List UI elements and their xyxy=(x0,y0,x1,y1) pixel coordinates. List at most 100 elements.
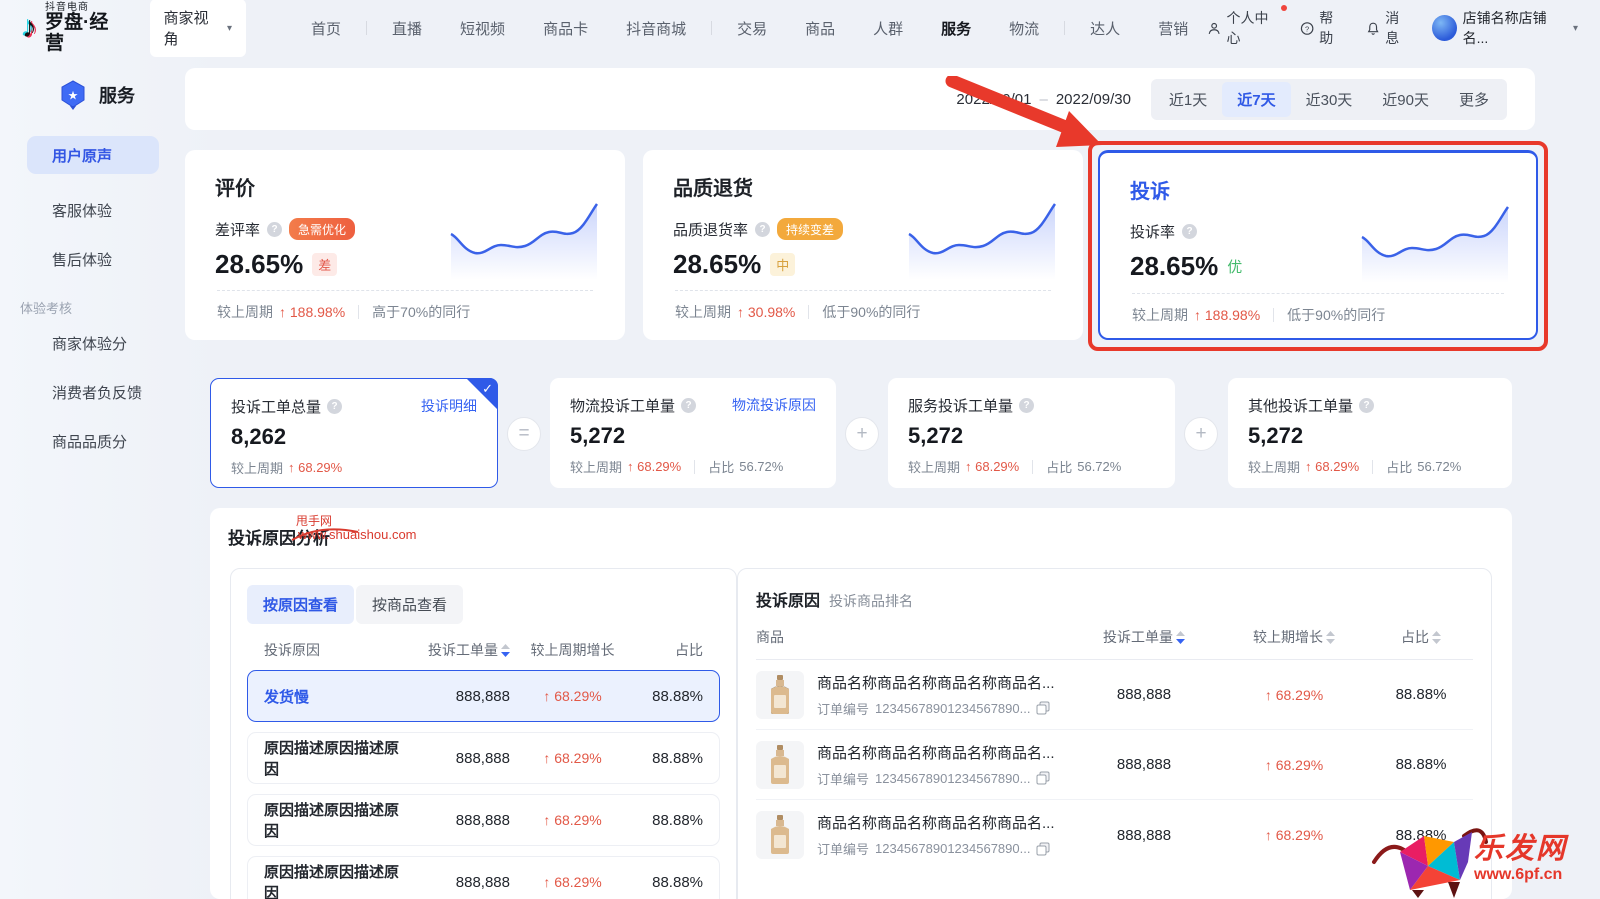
sort-icon[interactable] xyxy=(1432,630,1441,644)
copy-icon[interactable] xyxy=(1036,771,1050,785)
nav-item-talent[interactable]: 达人 xyxy=(1071,18,1139,39)
status-badge: 急需优化 xyxy=(289,218,356,240)
help-circle-icon[interactable]: ? xyxy=(327,399,343,414)
compass-dashboard: ♪ 抖音电商 罗盘·经营 商家视角 ▾ 首页 直播 短视频 商品卡 抖音商城 交… xyxy=(0,0,1600,899)
shop-switcher[interactable]: 店铺名称店铺名... ▾ xyxy=(1431,8,1578,48)
help-circle-icon[interactable]: ? xyxy=(755,221,771,237)
sidebar-item-merchant-score[interactable]: 商家体验分 xyxy=(0,319,185,368)
compare-label: 较上周期 xyxy=(231,461,284,476)
sidebar-item-user-voice[interactable]: 用户原声 xyxy=(27,136,159,174)
plus-operator-icon: + xyxy=(1184,417,1218,451)
svg-text:?: ? xyxy=(1305,24,1309,33)
nav-item-logistics[interactable]: 物流 xyxy=(990,18,1058,39)
col-reason: 投诉原因 xyxy=(264,642,320,658)
trend-sparkline xyxy=(450,203,599,280)
nav-item-service[interactable]: 服务 xyxy=(922,18,990,39)
help-circle-icon[interactable]: ? xyxy=(1019,398,1035,413)
product-name: 商品名称商品名称商品名称商品名... xyxy=(817,674,1055,692)
metric-card-reviews[interactable]: 评价 差评率 ? 急需优化 28.65% 差 较上周期 ↑ 188.98% 高于… xyxy=(185,150,625,340)
reason-row[interactable]: 原因描述原因描述原因 888,888 ↑ 68.29% 88.88% xyxy=(247,794,720,846)
reason-tickets: 888,888 xyxy=(455,811,510,829)
profile-menu[interactable]: 个人中心 xyxy=(1207,5,1287,48)
range-button-90d[interactable]: 近90天 xyxy=(1367,82,1444,117)
help-circle-icon[interactable]: ? xyxy=(1359,398,1375,413)
sidebar-item-cs-experience[interactable]: 客服体验 xyxy=(0,186,185,235)
nav-item-home[interactable]: 首页 xyxy=(292,18,360,39)
check-icon: ✓ xyxy=(482,381,493,396)
help-circle-icon[interactable]: ? xyxy=(267,221,283,237)
reason-table-header: 投诉原因 投诉工单量 较上周期增长 占比 xyxy=(247,640,720,660)
col-tickets: 投诉工单量 xyxy=(428,642,498,658)
nav-item-audience[interactable]: 人群 xyxy=(854,18,922,39)
sort-icon[interactable] xyxy=(1326,630,1335,644)
ticket-card-value: 8,262 xyxy=(231,424,287,449)
nav-item-productcard[interactable]: 商品卡 xyxy=(524,18,607,39)
nav-item-video[interactable]: 短视频 xyxy=(441,18,524,39)
app-logo[interactable]: ♪ 抖音电商 罗盘·经营 xyxy=(22,2,124,55)
product-thumbnail xyxy=(756,811,804,859)
sidebar-item-negative-feedback[interactable]: 消费者负反馈 xyxy=(0,368,185,417)
range-button-7d[interactable]: 近7天 xyxy=(1222,81,1291,117)
tab-by-reason[interactable]: 按原因查看 xyxy=(247,585,355,624)
nav-item-marketing[interactable]: 营销 xyxy=(1139,18,1207,39)
ticket-card-service[interactable]: 服务投诉工单量 ? 5,272 较上周期 ↑ 68.29% 占比 56.72% xyxy=(888,378,1175,488)
product-row[interactable]: 商品名称商品名称商品名称商品名... 订单编号 1234567890123456… xyxy=(756,660,1473,730)
nav-item-live[interactable]: 直播 xyxy=(373,18,441,39)
product-row[interactable]: 商品名称商品名称商品名称商品名... 订单编号 1234567890123456… xyxy=(756,800,1473,870)
share-value: 56.72% xyxy=(1077,459,1122,474)
reason-row-selected[interactable]: 发货慢 888,888 ↑ 68.29% 88.88% xyxy=(247,670,720,722)
complaint-reason-analysis-section: 投诉原因分析 甩手网 www.shuaishou.com 按原因查看 按商品查看… xyxy=(210,508,1512,899)
reason-growth: ↑ 68.29% xyxy=(543,874,602,890)
product-row[interactable]: 商品名称商品名称商品名称商品名... 订单编号 1234567890123456… xyxy=(756,730,1473,800)
reason-row[interactable]: 原因描述原因描述原因 888,888 ↑ 68.29% 88.88% xyxy=(247,856,720,899)
range-button-more[interactable]: 更多 xyxy=(1444,82,1504,117)
col-growth: 较上期增长 xyxy=(1253,629,1323,645)
product-name: 商品名称商品名称商品名称商品名... xyxy=(817,744,1055,762)
reason-panel: 按原因查看 按商品查看 投诉原因 投诉工单量 较上周期增长 占比 发货慢 888… xyxy=(230,568,737,899)
range-button-30d[interactable]: 近30天 xyxy=(1291,82,1368,117)
help-circle-icon: ? xyxy=(1300,21,1314,35)
help-menu[interactable]: ? 帮助 xyxy=(1300,8,1346,48)
metric-card-quality-returns[interactable]: 品质退货 品质退货率 ? 持续变差 28.65% 中 较上周期 ↑ 30.98%… xyxy=(643,150,1083,340)
copy-icon[interactable] xyxy=(1036,842,1050,856)
tab-by-product[interactable]: 按商品查看 xyxy=(356,585,464,624)
metric-label: 品质退货率 xyxy=(673,221,749,239)
nav-item-mall[interactable]: 抖音商城 xyxy=(607,18,705,39)
nav-item-product[interactable]: 商品 xyxy=(786,18,854,39)
date-range-picker[interactable]: 2022/09/01 – 2022/09/30 xyxy=(956,91,1131,108)
divider xyxy=(1132,293,1504,294)
ticket-card-other[interactable]: 其他投诉工单量 ? 5,272 较上周期 ↑ 68.29% 占比 56.72% xyxy=(1228,378,1512,488)
help-circle-icon[interactable]: ? xyxy=(681,398,697,413)
sort-icon[interactable] xyxy=(1176,630,1185,644)
logistics-reason-link[interactable]: 物流投诉原因 xyxy=(732,395,816,415)
share-value: 56.72% xyxy=(1417,459,1462,474)
metric-value: 28.65% xyxy=(215,249,304,279)
compare-value: ↑ 68.29% xyxy=(1305,459,1360,474)
panel-subtitle: 投诉商品排名 xyxy=(829,593,914,609)
help-circle-icon[interactable]: ? xyxy=(1182,224,1198,239)
product-table-header: 商品 投诉工单量 较上期增长 占比 xyxy=(756,627,1473,660)
nav-item-trade[interactable]: 交易 xyxy=(718,18,786,39)
reason-share: 88.88% xyxy=(652,687,703,705)
divider xyxy=(808,305,810,319)
range-button-1d[interactable]: 近1天 xyxy=(1154,82,1222,117)
tiktok-note-icon: ♪ xyxy=(22,11,37,44)
messages-menu[interactable]: 消息 xyxy=(1366,8,1412,48)
metric-card-complaints[interactable]: 投诉 投诉率 ? 28.65% 优 较上周期 ↑ 188.98% 低于90%的同… xyxy=(1098,150,1538,340)
product-name: 商品名称商品名称商品名称商品名... xyxy=(817,815,1055,832)
sidebar-item-product-quality-score[interactable]: 商品品质分 xyxy=(0,417,185,466)
equals-operator-icon: = xyxy=(507,417,541,451)
quick-range-group: 近1天 近7天 近30天 近90天 更多 xyxy=(1150,78,1507,120)
product-thumbnail xyxy=(756,670,804,719)
compare-label: 较上周期 xyxy=(217,304,273,320)
chevron-down-icon: ▾ xyxy=(226,22,233,34)
sidebar-item-aftersale-experience[interactable]: 售后体验 xyxy=(0,235,185,284)
divider xyxy=(217,290,593,291)
view-switcher-button[interactable]: 商家视角 ▾ xyxy=(149,0,247,57)
order-number: 12345678901234567890... xyxy=(875,841,1031,856)
sort-icon[interactable] xyxy=(501,643,510,657)
ticket-card-total[interactable]: ✓ 投诉工单总量 ? 投诉明细 8,262 较上周期 ↑ 68.29% xyxy=(210,378,498,488)
reason-row[interactable]: 原因描述原因描述原因 888,888 ↑ 68.29% 88.88% xyxy=(247,732,720,784)
ticket-card-logistics[interactable]: 物流投诉工单量 ? 物流投诉原因 5,272 较上周期 ↑ 68.29% 占比 … xyxy=(550,378,836,488)
copy-icon[interactable] xyxy=(1036,701,1050,715)
